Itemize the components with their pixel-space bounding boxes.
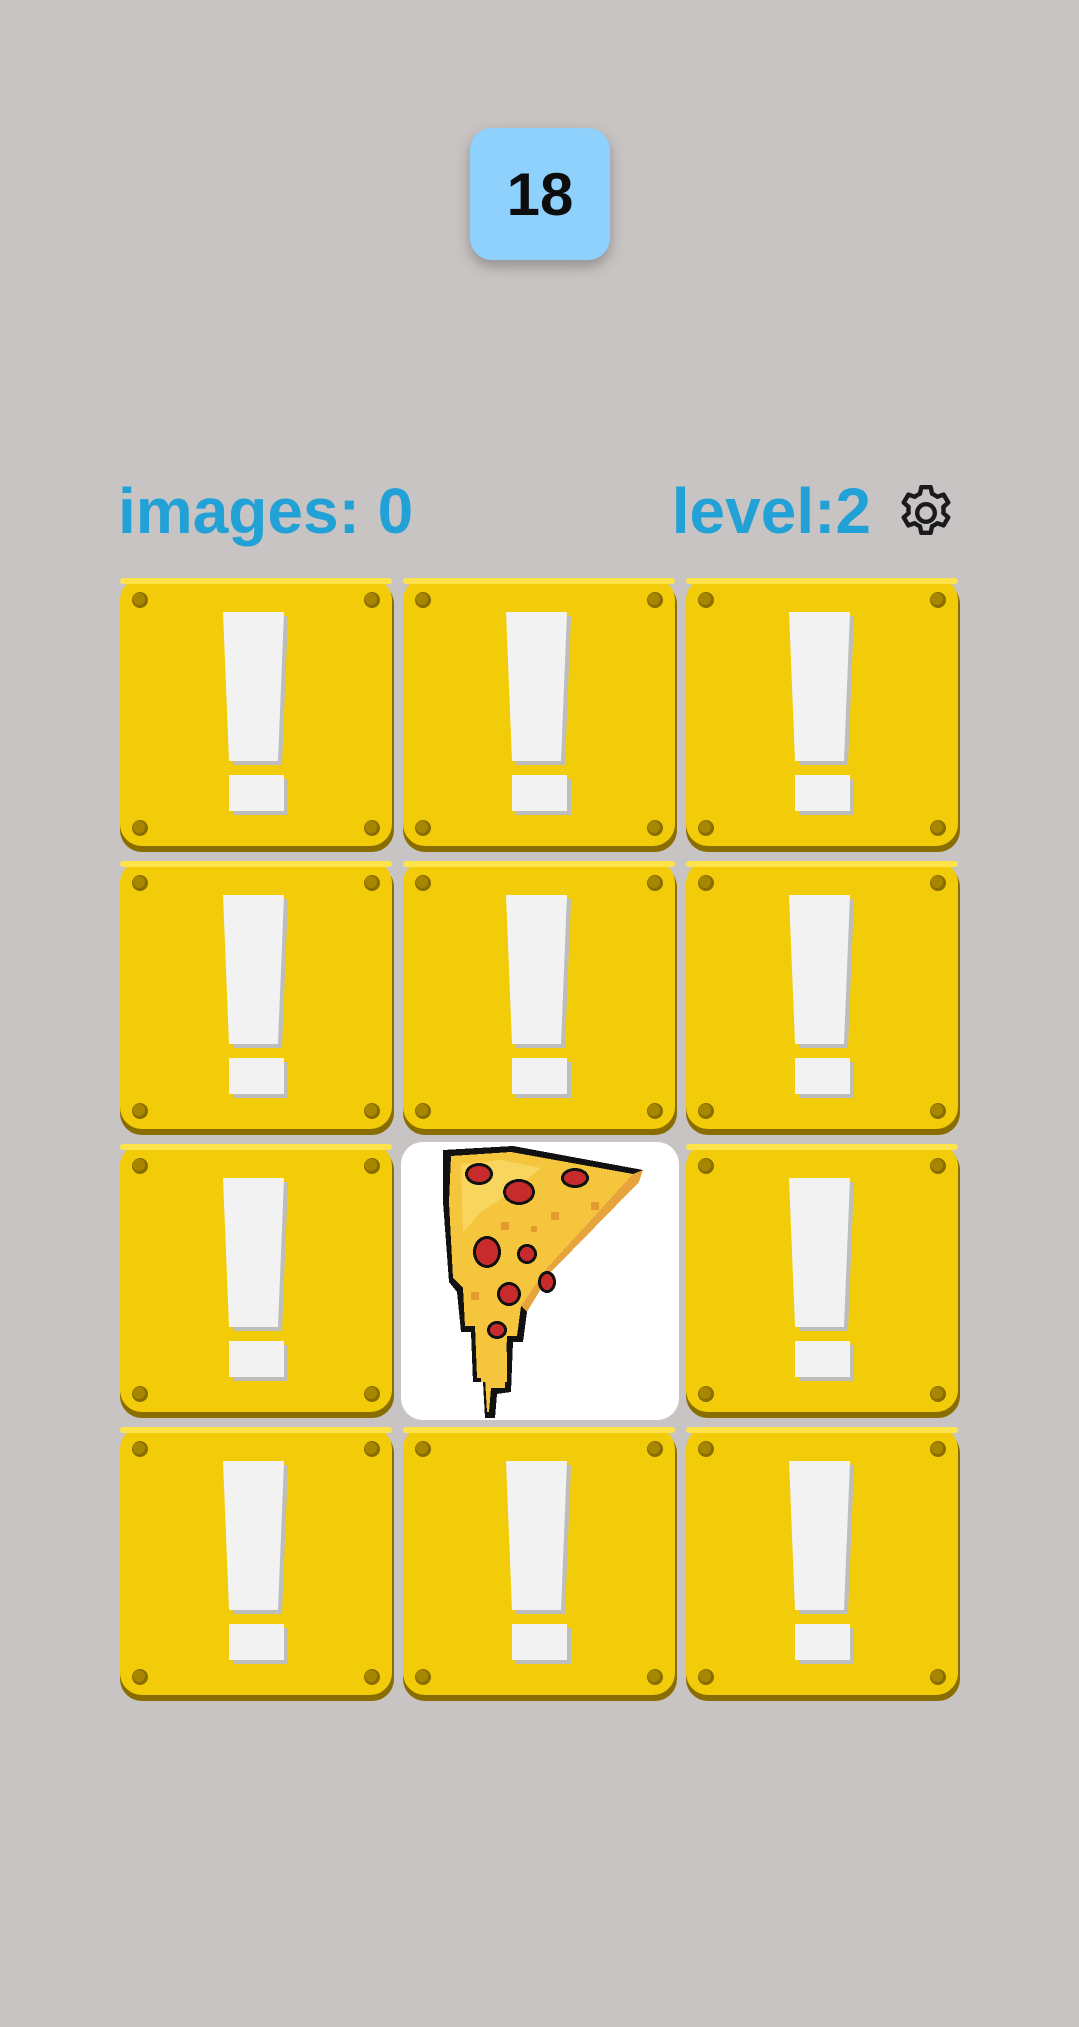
card-hidden[interactable] (684, 1142, 962, 1420)
card-hidden[interactable] (118, 859, 396, 1137)
level-label: level:2 (671, 475, 871, 547)
card-revealed[interactable] (401, 1142, 679, 1420)
card-hidden[interactable] (401, 859, 679, 1137)
timer-value: 18 (506, 160, 574, 228)
exclamation-block-icon (686, 1144, 960, 1418)
gear-icon (901, 484, 951, 535)
exclamation-block-icon (686, 578, 960, 852)
card-hidden[interactable] (684, 1425, 962, 1703)
exclamation-block-icon (686, 1427, 960, 1701)
memory-board (118, 576, 962, 1702)
pizza-slice-icon (443, 1146, 643, 1418)
card-hidden[interactable] (118, 576, 396, 854)
exclamation-block-icon (686, 861, 960, 1135)
exclamation-block-icon (403, 861, 677, 1135)
card-hidden[interactable] (684, 859, 962, 1137)
settings-button[interactable] (893, 480, 959, 546)
card-hidden[interactable] (401, 1425, 679, 1703)
exclamation-block-icon (120, 578, 394, 852)
card-hidden[interactable] (118, 1425, 396, 1703)
timer-display: 18 (470, 128, 610, 260)
card-hidden[interactable] (118, 1142, 396, 1420)
exclamation-block-icon (403, 1427, 677, 1701)
images-count-label: images: 0 (118, 475, 414, 547)
card-hidden[interactable] (684, 576, 962, 854)
exclamation-block-icon (120, 861, 394, 1135)
exclamation-block-icon (120, 1144, 394, 1418)
exclamation-block-icon (403, 578, 677, 852)
card-hidden[interactable] (401, 576, 679, 854)
exclamation-block-icon (120, 1427, 394, 1701)
